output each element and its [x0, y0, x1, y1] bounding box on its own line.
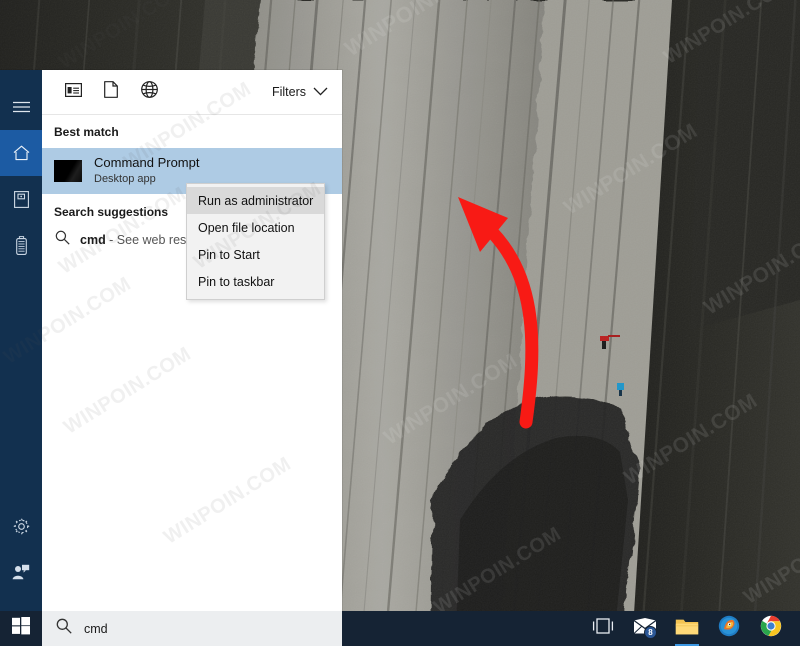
taskbar-app-firefox[interactable] — [708, 611, 750, 646]
best-match-subtitle: Desktop app — [94, 173, 156, 186]
start-search-panel: Filters Best match Command Prompt Deskto… — [0, 70, 342, 611]
filter-documents-button[interactable] — [92, 75, 130, 109]
search-icon — [56, 618, 72, 639]
apps-icon — [64, 82, 82, 102]
sidebar-item-home[interactable] — [0, 130, 42, 176]
sidebar-item-documents[interactable] — [0, 176, 42, 222]
context-menu: Run as administrator Open file location … — [186, 183, 325, 300]
documents-icon — [104, 81, 118, 103]
sidebar-item-settings[interactable] — [0, 503, 42, 549]
context-menu-item-pin-to-taskbar[interactable]: Pin to taskbar — [187, 268, 324, 295]
context-menu-item-open-file-location[interactable]: Open file location — [187, 214, 324, 241]
hamburger-icon — [12, 101, 30, 113]
desktop: WINPOIN.COM WINPOIN.COM WINPOIN.COM WINP… — [0, 0, 800, 646]
battery-icon — [15, 235, 27, 255]
windows-logo-icon — [12, 617, 30, 640]
context-menu-item-label: Pin to Start — [198, 247, 260, 262]
gear-icon — [13, 518, 30, 535]
context-menu-item-label: Open file location — [198, 220, 295, 235]
feedback-icon — [12, 564, 30, 580]
taskbar-search-input[interactable]: cmd — [84, 622, 108, 636]
filters-label: Filters — [271, 85, 306, 99]
task-view-button[interactable] — [582, 611, 624, 646]
file-explorer-icon — [675, 617, 699, 641]
taskbar-search-box[interactable]: cmd — [42, 611, 342, 646]
context-menu-item-pin-to-start[interactable]: Pin to Start — [187, 241, 324, 268]
task-view-icon — [592, 618, 614, 639]
filters-dropdown[interactable]: Filters — [272, 85, 332, 99]
search-panel-rail-bottom — [0, 503, 42, 595]
chrome-icon — [760, 615, 782, 642]
start-button[interactable] — [0, 611, 42, 646]
filter-apps-button[interactable] — [54, 75, 92, 109]
taskbar-app-file-explorer[interactable] — [666, 611, 708, 646]
command-prompt-icon — [54, 160, 82, 182]
best-match-heading: Best match — [42, 115, 342, 148]
home-icon — [13, 145, 30, 161]
filter-web-button[interactable] — [130, 75, 168, 109]
context-menu-item-run-as-administrator[interactable]: Run as administrator — [187, 187, 324, 214]
taskbar-app-icons: 8 — [582, 611, 800, 646]
web-icon — [140, 81, 158, 103]
firefox-icon — [718, 615, 740, 642]
search-panel-rail — [0, 70, 42, 611]
sidebar-item-power[interactable] — [0, 222, 42, 268]
sidebar-item-feedback[interactable] — [0, 549, 42, 595]
context-menu-item-label: Run as administrator — [198, 193, 314, 208]
search-filter-toolbar: Filters — [42, 70, 342, 114]
search-results-area: Filters Best match Command Prompt Deskto… — [42, 70, 342, 611]
taskbar-app-mail[interactable]: 8 — [624, 611, 666, 646]
best-match-text: Command Prompt Desktop app — [94, 155, 200, 186]
taskbar: cmd 8 — [0, 611, 800, 646]
search-icon — [55, 230, 70, 250]
best-match-title: Command Prompt — [94, 155, 200, 171]
mail-unread-badge: 8 — [644, 626, 657, 639]
suggestion-query: cmd — [80, 233, 106, 247]
documents-icon — [13, 190, 29, 208]
hamburger-menu-button[interactable] — [0, 84, 42, 130]
taskbar-app-chrome[interactable] — [750, 611, 792, 646]
chevron-down-icon — [313, 85, 328, 99]
context-menu-item-label: Pin to taskbar — [198, 274, 275, 289]
